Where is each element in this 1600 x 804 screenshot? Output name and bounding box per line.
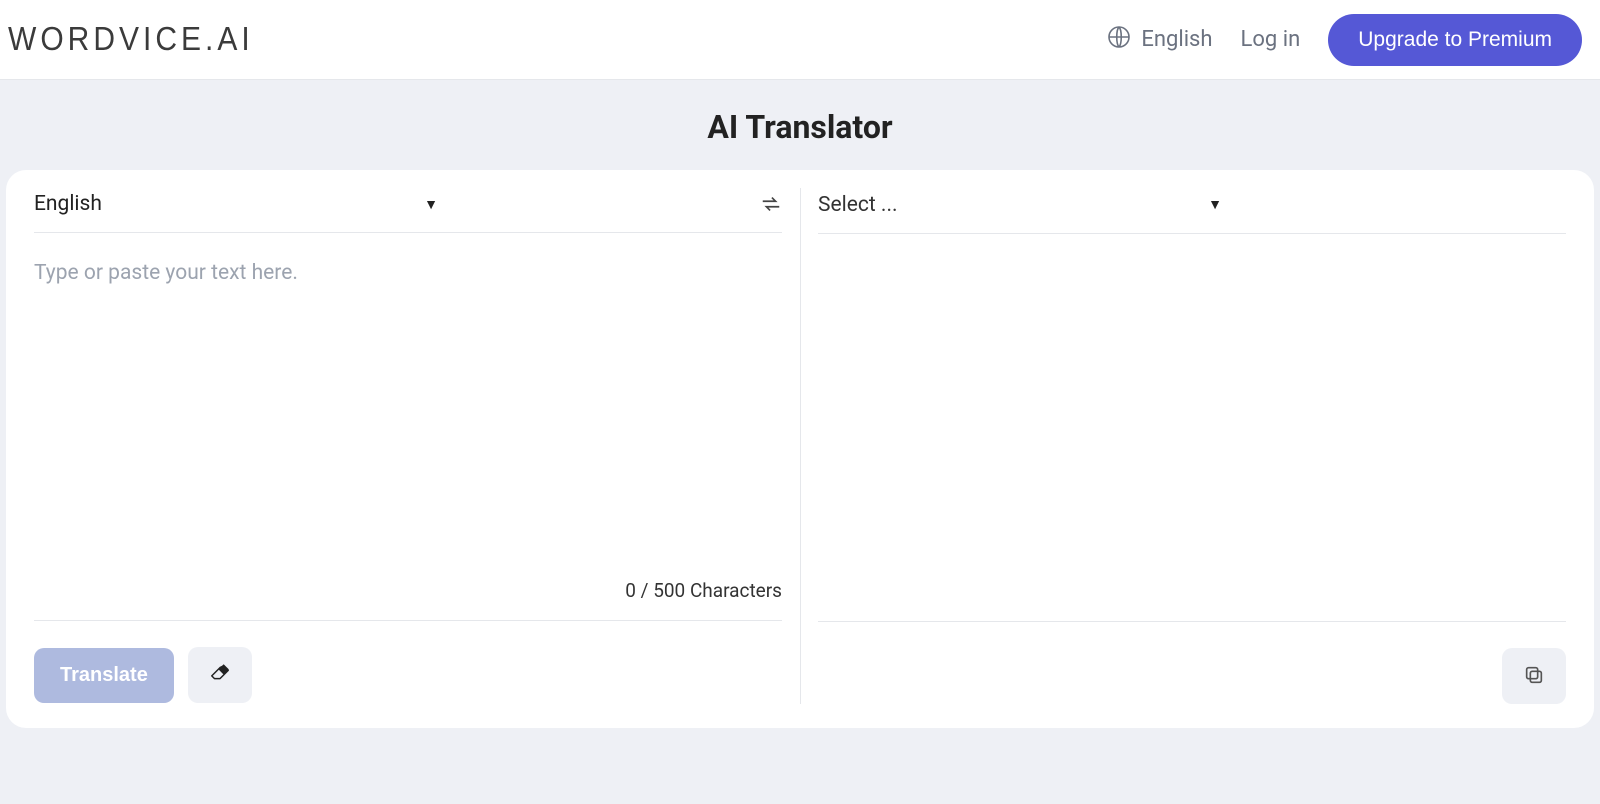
target-footer xyxy=(818,622,1566,704)
copy-button[interactable] xyxy=(1502,648,1566,704)
clear-button[interactable] xyxy=(188,647,252,703)
target-pane-header: Select ... ▼ xyxy=(818,188,1566,234)
translator-card: English ▼ Type or paste your text here. … xyxy=(6,170,1594,728)
target-textarea xyxy=(818,234,1566,580)
copy-icon xyxy=(1523,664,1545,689)
source-textarea[interactable]: Type or paste your text here. xyxy=(34,233,782,579)
upgrade-button[interactable]: Upgrade to Premium xyxy=(1328,14,1582,66)
target-pane: Select ... ▼ xyxy=(818,188,1566,704)
char-count: 0 / 500 Characters xyxy=(34,579,782,621)
logo[interactable]: WORDVICE.AI xyxy=(8,21,254,58)
caret-down-icon: ▼ xyxy=(1208,196,1222,213)
source-pane-header: English ▼ xyxy=(34,188,782,233)
source-footer: Translate xyxy=(34,621,782,703)
header-right: English Log in Upgrade to Premium xyxy=(1107,14,1582,66)
site-language-label: English xyxy=(1141,27,1212,52)
source-pane: English ▼ Type or paste your text here. … xyxy=(34,188,782,704)
swap-languages-button[interactable] xyxy=(760,193,782,215)
header: WORDVICE.AI English Log in Upgrade to Pr… xyxy=(0,0,1600,80)
globe-icon xyxy=(1107,25,1131,55)
page-area: AI Translator English ▼ xyxy=(0,80,1600,804)
translate-button[interactable]: Translate xyxy=(34,648,174,703)
eraser-icon xyxy=(209,663,231,688)
page-title: AI Translator xyxy=(0,80,1600,170)
target-language-select[interactable]: Select ... ▼ xyxy=(818,193,1228,217)
source-language-select[interactable]: English ▼ xyxy=(34,192,444,216)
target-language-label: Select ... xyxy=(818,193,898,217)
caret-down-icon: ▼ xyxy=(424,196,438,213)
source-language-label: English xyxy=(34,192,102,216)
source-placeholder: Type or paste your text here. xyxy=(34,261,782,285)
login-link[interactable]: Log in xyxy=(1241,27,1301,52)
site-language-switch[interactable]: English xyxy=(1107,25,1212,55)
target-spacer xyxy=(818,580,1566,622)
